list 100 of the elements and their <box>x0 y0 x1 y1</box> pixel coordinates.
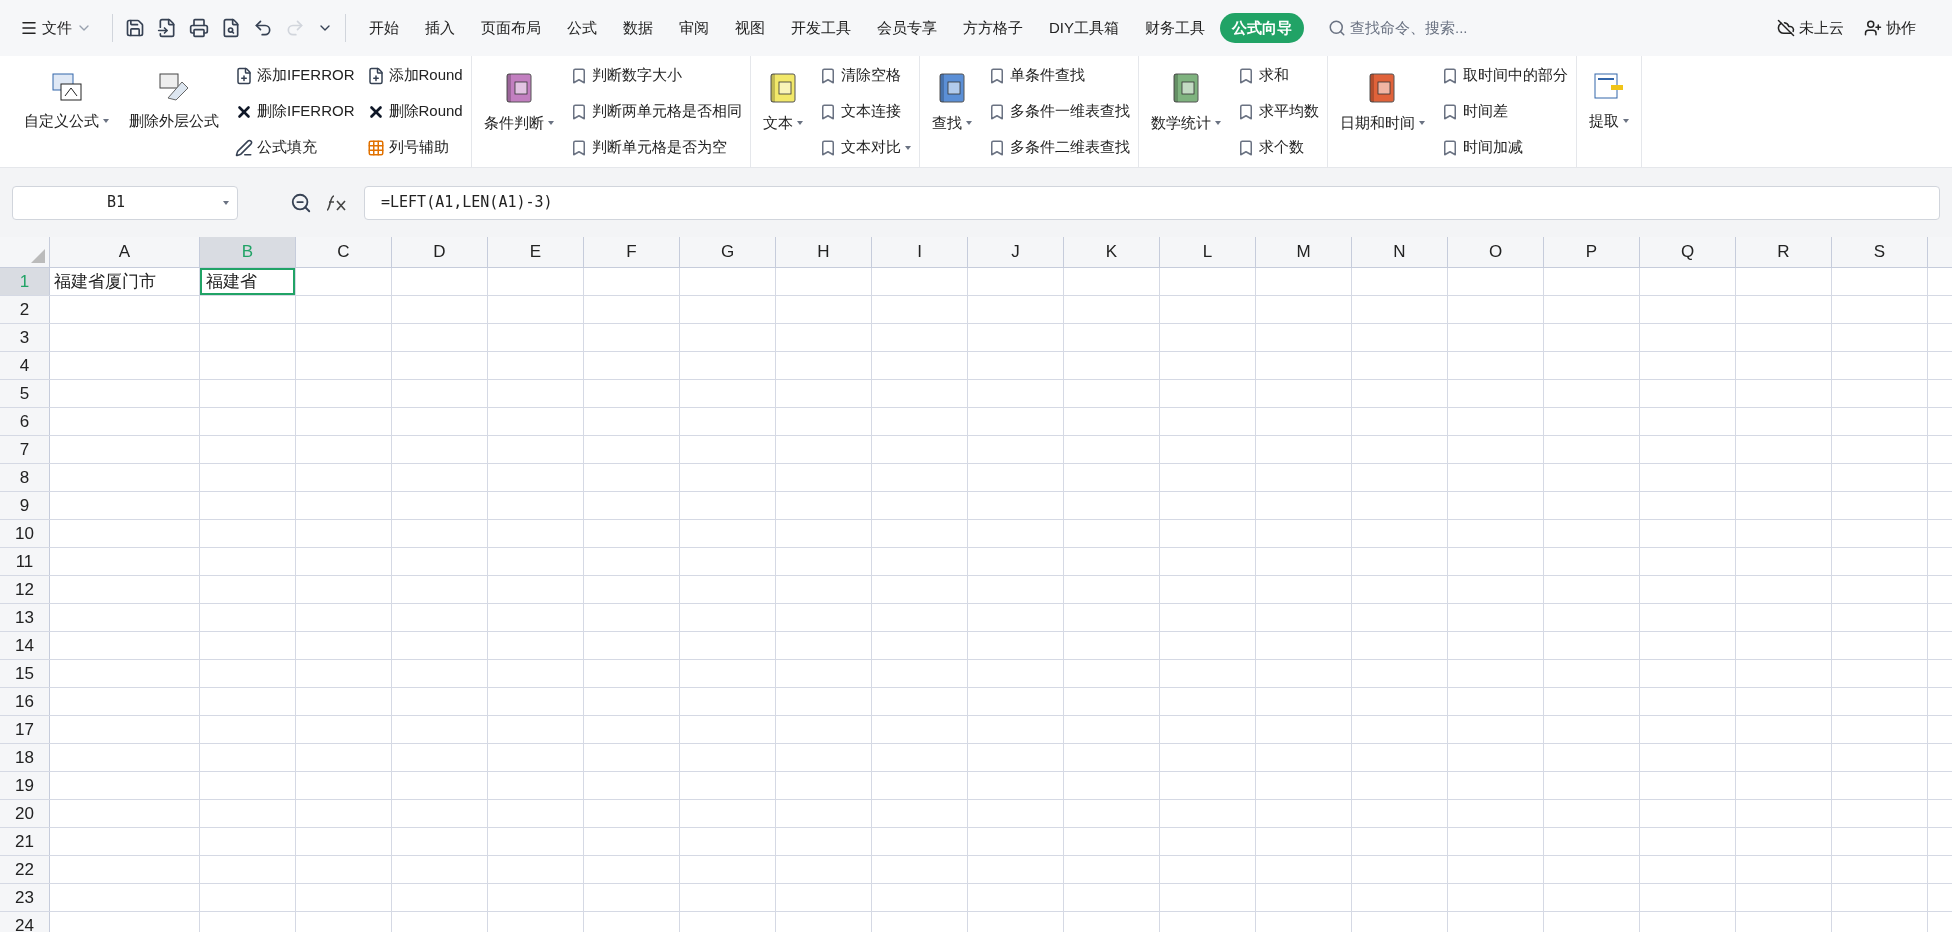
ribbon-large-button[interactable]: 数学统计 <box>1146 60 1225 163</box>
row-header[interactable]: 13 <box>0 604 50 631</box>
ribbon-button[interactable]: 列号辅助 <box>366 132 463 163</box>
column-header[interactable]: E <box>488 237 584 267</box>
undo-icon[interactable] <box>253 18 273 38</box>
row-header[interactable]: 6 <box>0 408 50 435</box>
ribbon-button[interactable]: 文本对比 <box>818 132 911 163</box>
cloud-status-button[interactable]: 未上云 <box>1777 16 1844 40</box>
save-icon[interactable] <box>125 18 145 38</box>
ribbon-button[interactable]: 添加IFERROR <box>235 60 355 91</box>
row-header[interactable]: 10 <box>0 520 50 547</box>
ribbon-tab[interactable]: 公式 <box>556 12 608 44</box>
ribbon-button[interactable]: 多条件一维表查找 <box>987 96 1130 127</box>
ribbon-tab[interactable]: 开始 <box>358 12 410 44</box>
ribbon-large-button[interactable]: 日期和时间 <box>1335 60 1429 163</box>
column-header[interactable]: J <box>968 237 1064 267</box>
table-cell[interactable]: 福建省厦门市 <box>50 268 199 295</box>
ribbon-button[interactable]: 时间差 <box>1440 96 1568 127</box>
pen-icon <box>235 138 253 157</box>
row-header[interactable]: 23 <box>0 884 50 911</box>
column-header[interactable]: N <box>1352 237 1448 267</box>
row-header[interactable]: 17 <box>0 716 50 743</box>
row-header[interactable]: 5 <box>0 380 50 407</box>
print-preview-icon[interactable] <box>221 18 241 38</box>
export-icon[interactable] <box>157 18 177 38</box>
column-header[interactable]: Q <box>1640 237 1736 267</box>
row-header[interactable]: 18 <box>0 744 50 771</box>
file-menu-button[interactable]: 文件 <box>12 16 100 40</box>
row-header[interactable]: 24 <box>0 912 50 932</box>
ribbon-button[interactable]: 清除空格 <box>818 60 911 91</box>
column-header[interactable]: H <box>776 237 872 267</box>
zoom-out-icon[interactable] <box>290 191 312 214</box>
column-header[interactable]: I <box>872 237 968 267</box>
row-header[interactable]: 14 <box>0 632 50 659</box>
row-header[interactable]: 22 <box>0 856 50 883</box>
row-header[interactable]: 7 <box>0 436 50 463</box>
ribbon-tab[interactable]: 方方格子 <box>952 12 1034 44</box>
ribbon-tab[interactable]: 数据 <box>612 12 664 44</box>
column-header[interactable]: D <box>392 237 488 267</box>
row-header[interactable]: 19 <box>0 772 50 799</box>
ribbon-tab[interactable]: DIY工具箱 <box>1038 12 1130 44</box>
row-header[interactable]: 20 <box>0 800 50 827</box>
ribbon-large-button[interactable]: 条件判断 <box>479 60 558 163</box>
print-icon[interactable] <box>189 18 209 38</box>
ribbon-button[interactable]: 多条件二维表查找 <box>987 132 1130 163</box>
row-header[interactable]: 21 <box>0 828 50 855</box>
column-header[interactable]: K <box>1064 237 1160 267</box>
eraser-icon <box>158 72 190 102</box>
ribbon-tab[interactable]: 视图 <box>724 12 776 44</box>
grid-icon <box>366 138 385 157</box>
row-header[interactable]: 2 <box>0 296 50 323</box>
ribbon-tab[interactable]: 审阅 <box>668 12 720 44</box>
name-box[interactable]: B1 <box>12 185 238 220</box>
column-header[interactable]: C <box>296 237 392 267</box>
ribbon-large-button[interactable]: 自定义公式 <box>20 60 113 163</box>
row-header[interactable]: 12 <box>0 576 50 603</box>
row-header[interactable]: 3 <box>0 324 50 351</box>
ribbon-button[interactable]: 求和 <box>1236 60 1319 91</box>
ribbon-tab[interactable]: 页面布局 <box>470 12 552 44</box>
row-header[interactable]: 16 <box>0 688 50 715</box>
ribbon-large-button[interactable]: 提取 <box>1584 60 1633 163</box>
column-header[interactable]: F <box>584 237 680 267</box>
file-plus-icon <box>366 66 385 85</box>
formula-input[interactable]: =LEFT(A1,LEN(A1)-3) <box>364 185 1940 220</box>
column-header[interactable]: G <box>680 237 776 267</box>
ribbon-button[interactable]: 添加Round <box>366 60 463 91</box>
column-header[interactable]: O <box>1448 237 1544 267</box>
column-header[interactable]: M <box>1256 237 1352 267</box>
search-field[interactable]: 查找命令、搜索... <box>1328 16 1468 40</box>
row-header[interactable]: 4 <box>0 352 50 379</box>
table-cell[interactable]: 福建省 <box>200 268 295 295</box>
ribbon-large-button[interactable]: 查找 <box>927 60 976 163</box>
column-header[interactable]: R <box>1736 237 1832 267</box>
ribbon-button[interactable]: 公式填充 <box>235 132 355 163</box>
ribbon-button[interactable]: 判断两单元格是否相同 <box>569 96 742 127</box>
column-header[interactable]: L <box>1160 237 1256 267</box>
ribbon-button[interactable]: 文本连接 <box>818 96 911 127</box>
menu-icon <box>20 19 38 37</box>
ribbon-tab[interactable]: 插入 <box>414 12 466 44</box>
row-header[interactable]: 8 <box>0 464 50 491</box>
ribbon-button[interactable]: 判断数字大小 <box>569 60 742 91</box>
ribbon-large-button[interactable]: 删除外层公式 <box>125 60 223 163</box>
ribbon-large-button[interactable]: 文本 <box>758 60 807 163</box>
ribbon-button[interactable]: 时间加减 <box>1440 132 1568 163</box>
ribbon-button[interactable]: 删除IFERROR <box>235 96 355 127</box>
column-header[interactable]: P <box>1544 237 1640 267</box>
ribbon-button[interactable]: 取时间中的部分 <box>1440 60 1568 91</box>
ribbon-tab[interactable]: 财务工具 <box>1134 12 1216 44</box>
column-header[interactable]: S <box>1832 237 1928 267</box>
ribbon-button[interactable]: 求个数 <box>1236 132 1319 163</box>
row-header[interactable]: 15 <box>0 660 50 687</box>
ribbon-button[interactable]: 删除Round <box>366 96 463 127</box>
ribbon-button[interactable]: 判断单元格是否为空 <box>569 132 742 163</box>
ribbon-button[interactable]: 单条件查找 <box>987 60 1130 91</box>
row-header[interactable]: 11 <box>0 548 50 575</box>
ribbon-tab[interactable]: 会员专享 <box>866 12 948 44</box>
row-header[interactable]: 9 <box>0 492 50 519</box>
ribbon-tab[interactable]: 开发工具 <box>780 12 862 44</box>
ribbon-button[interactable]: 求平均数 <box>1236 96 1319 127</box>
collaborate-button[interactable]: 协作 <box>1864 16 1916 40</box>
